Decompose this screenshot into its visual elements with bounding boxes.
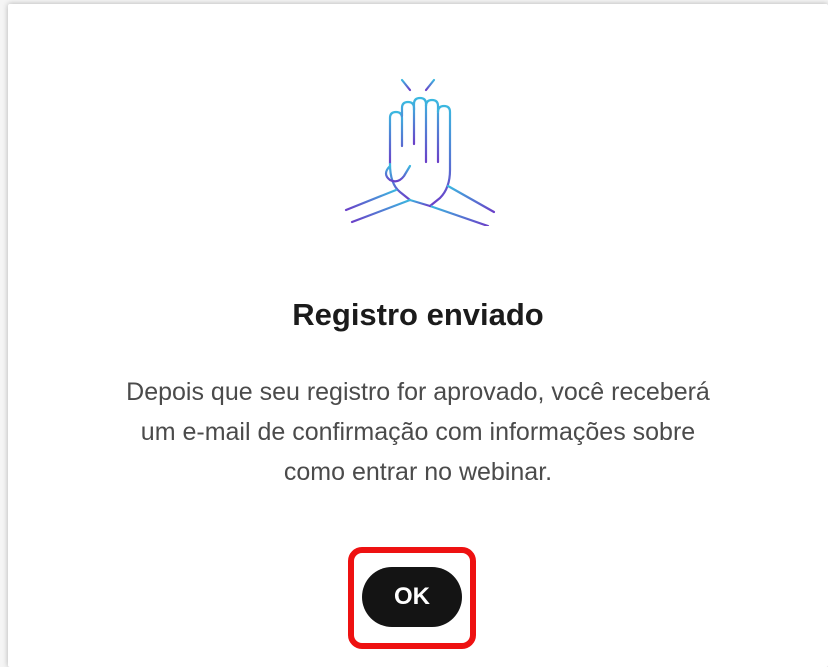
registration-sent-dialog: Registro enviado Depois que seu registro… — [8, 4, 828, 667]
dialog-message: Depois que seu registro for aprovado, vo… — [28, 372, 808, 492]
message-line: um e-mail de confirmação com informações… — [140, 418, 696, 446]
message-line: como entrar no webinar. — [283, 458, 553, 486]
dialog-title: Registro enviado — [292, 297, 544, 332]
ok-button[interactable]: OK — [362, 567, 462, 627]
high-five-icon — [338, 66, 498, 226]
message-line: Depois que seu registro for aprovado, vo… — [126, 378, 710, 406]
